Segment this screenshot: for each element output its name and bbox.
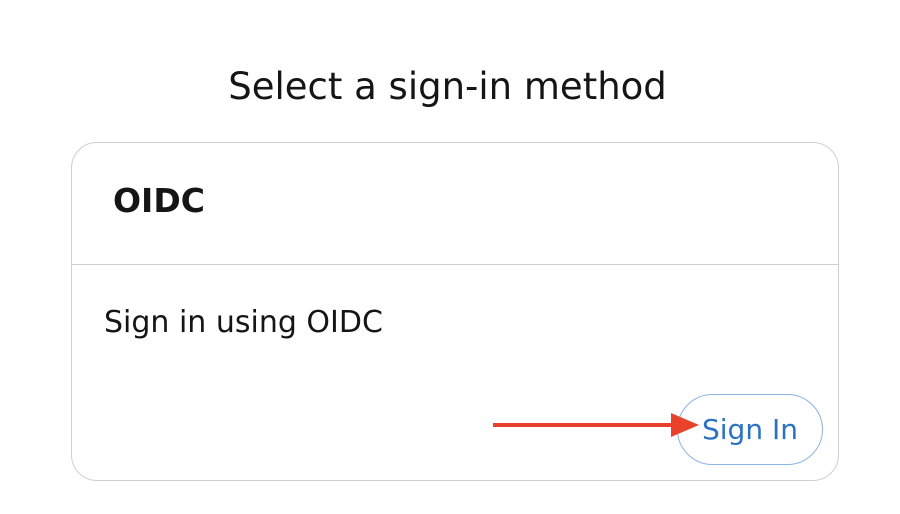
card-header: OIDC: [72, 143, 838, 265]
card-description: Sign in using OIDC: [104, 305, 383, 340]
page-title: Select a sign-in method: [228, 65, 667, 108]
annotation-arrow-icon: [493, 413, 699, 437]
card-title: OIDC: [113, 181, 205, 220]
sign-in-page: Select a sign-in method OIDC Sign in usi…: [0, 0, 900, 514]
oidc-sign-in-card: OIDC Sign in using OIDC Sign In: [71, 142, 839, 481]
